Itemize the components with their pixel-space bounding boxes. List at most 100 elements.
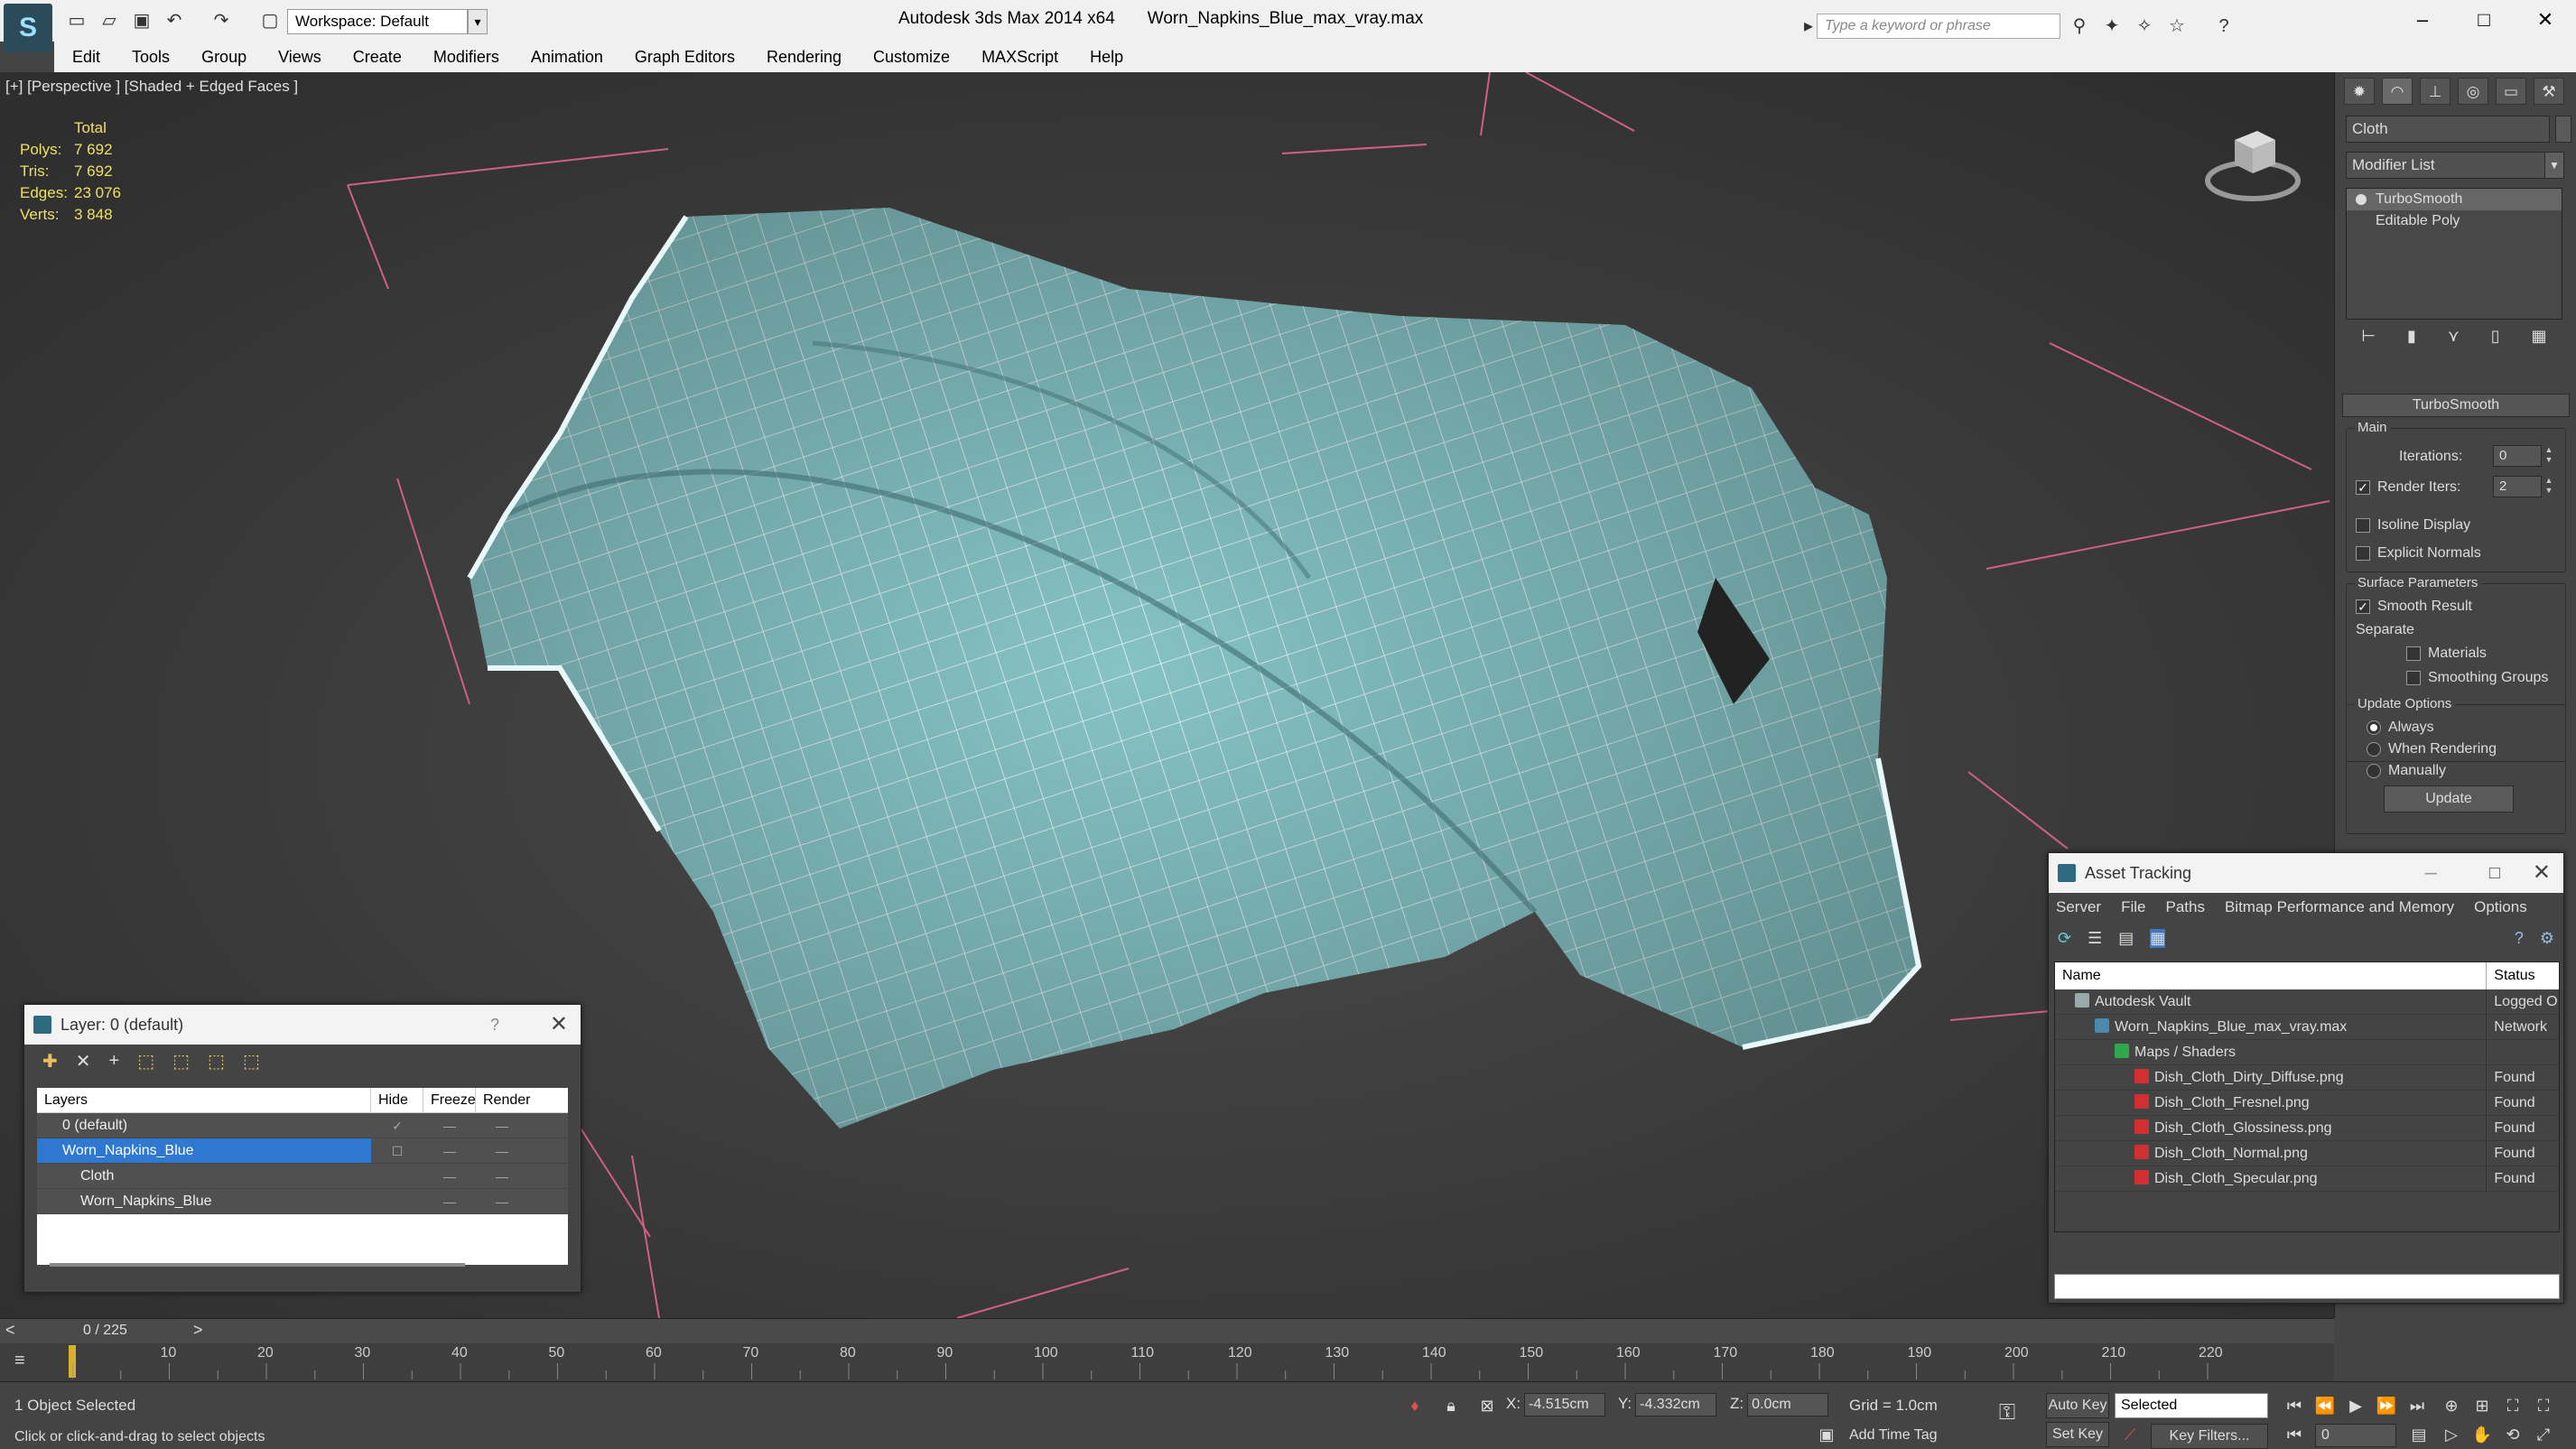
layer-name[interactable]: 0 (default) (37, 1113, 371, 1138)
stack-item-turbosmooth[interactable]: TurboSmooth (2347, 189, 2562, 210)
asset-name[interactable]: Dish_Cloth_Specular.png (2055, 1166, 2488, 1191)
menu-group[interactable]: Group (201, 48, 246, 67)
asset-row[interactable]: Dish_Cloth_Fresnel.png Found (2055, 1091, 2559, 1116)
menu-modifiers[interactable]: Modifiers (433, 48, 499, 67)
remove-modifier-icon[interactable]: ▯ (2491, 327, 2500, 354)
list-view-icon[interactable]: ☰ (2088, 929, 2102, 948)
menu-tools[interactable]: Tools (132, 48, 170, 67)
absolute-mode-icon[interactable]: ⊠ (1474, 1393, 1501, 1418)
time-tag-icon[interactable]: ▣ (1813, 1422, 1840, 1447)
spinner-arrows-icon[interactable]: ▲ ▼ (2543, 445, 2554, 467)
active-check-icon[interactable]: ✓ (371, 1113, 423, 1138)
radio-icon[interactable] (2367, 764, 2381, 778)
viewport-label[interactable]: [+] [Perspective ] [Shaded + Edged Faces… (5, 78, 298, 96)
viewcube-icon[interactable] (2203, 117, 2302, 208)
col-freeze[interactable]: Freeze (423, 1088, 476, 1112)
menu-graph-editors[interactable]: Graph Editors (635, 48, 735, 67)
save-file-icon[interactable]: ▣ (130, 9, 153, 33)
tree-view-icon[interactable]: ▤ (2118, 929, 2134, 948)
select-layer-icon[interactable]: ⬚ (172, 1050, 190, 1073)
orbit-icon[interactable]: ⟲ (2499, 1422, 2526, 1447)
asset-name[interactable]: Dish_Cloth_Fresnel.png (2055, 1091, 2488, 1115)
configure-sets-icon[interactable]: ▦ (2532, 327, 2547, 354)
key-mode-toggle-icon[interactable]: ⏮ (2281, 1422, 2308, 1447)
display-tab-icon[interactable]: ▭ (2496, 78, 2526, 105)
radio-icon[interactable] (2367, 742, 2381, 757)
time-config-icon[interactable]: ▤ (2405, 1422, 2432, 1447)
asset-name[interactable]: Autodesk Vault (2055, 989, 2488, 1014)
col-layers[interactable]: Layers (37, 1088, 371, 1112)
zoom-icon[interactable]: ⊕ (2438, 1393, 2465, 1418)
object-color-swatch[interactable] (2555, 116, 2571, 143)
isoline-display-checkbox[interactable]: Isoline Display (2356, 517, 2470, 534)
asset-row[interactable]: Dish_Cloth_Normal.png Found (2055, 1141, 2559, 1166)
default-tangent-icon[interactable]: ⟋ (2116, 1422, 2144, 1447)
object-name[interactable]: Cloth (37, 1164, 371, 1188)
z-field[interactable]: 0.0cm (1747, 1393, 1829, 1416)
smooth-result-checkbox[interactable]: ✓ Smooth Result (2356, 599, 2472, 615)
asset-row[interactable]: Worn_Napkins_Blue_max_vray.max Network (2055, 1015, 2559, 1040)
maximize-viewport-icon[interactable]: ⤢ (2530, 1422, 2557, 1447)
time-slider[interactable]: < 0 / 225 > (0, 1318, 2334, 1343)
layer-name[interactable]: Worn_Napkins_Blue (37, 1138, 371, 1163)
go-to-start-icon[interactable]: ⏮ (2281, 1393, 2308, 1418)
binoculars-icon[interactable]: ⚲ (2068, 14, 2091, 38)
project-folder-icon[interactable]: ▢ (258, 9, 282, 33)
asset-row[interactable]: Autodesk Vault Logged O (2055, 989, 2559, 1015)
close-icon[interactable]: ✕ (2525, 4, 2566, 36)
maximize-icon[interactable]: □ (2463, 4, 2505, 36)
menu-paths[interactable]: Paths (2165, 898, 2204, 916)
hide-toggle[interactable]: — (423, 1113, 476, 1138)
menu-animation[interactable]: Animation (531, 48, 603, 67)
create-layer-icon[interactable]: ✚ (42, 1050, 58, 1073)
iterations-spinner[interactable]: 0 (2493, 445, 2542, 467)
asset-path-input[interactable] (2054, 1274, 2560, 1299)
show-end-result-icon[interactable]: ▮ (2407, 327, 2416, 354)
create-tab-icon[interactable]: ✹ (2344, 78, 2375, 105)
utilities-tab-icon[interactable]: ⚒ (2534, 78, 2564, 105)
render-iters-spinner[interactable]: 2 (2493, 476, 2542, 497)
motion-tab-icon[interactable]: ◎ (2458, 78, 2488, 105)
current-frame-field[interactable]: 0 (2315, 1424, 2396, 1447)
favorites-star-icon[interactable]: ☆ (2165, 14, 2189, 38)
search-input[interactable]: Type a keyword or phrase (1817, 14, 2060, 39)
settings-icon[interactable]: ⚙ (2540, 929, 2554, 948)
workspace-arrow-icon[interactable]: ▾ (468, 9, 488, 34)
asset-name[interactable]: Dish_Cloth_Normal.png (2055, 1141, 2488, 1166)
layer-row[interactable]: 0 (default) ✓ — — (37, 1113, 568, 1138)
previous-key-icon[interactable]: ⏪ (2311, 1393, 2339, 1418)
zoom-extents-all-icon[interactable]: ⛶ (2530, 1393, 2557, 1418)
checkbox-icon[interactable] (2406, 671, 2421, 685)
object-name[interactable]: Worn_Napkins_Blue (37, 1189, 371, 1213)
y-field[interactable]: -4.332cm (1635, 1393, 1717, 1416)
workspace-dropdown[interactable]: Workspace: Default (287, 9, 468, 34)
menu-rendering[interactable]: Rendering (767, 48, 842, 67)
when-rendering-radio[interactable]: When Rendering (2367, 741, 2497, 757)
freeze-toggle[interactable]: — (476, 1164, 528, 1188)
checkbox-icon[interactable] (2356, 518, 2370, 533)
hierarchy-tab-icon[interactable]: ⊥ (2420, 78, 2450, 105)
zoom-extents-icon[interactable]: ⛶ (2499, 1393, 2526, 1418)
next-key-icon[interactable]: ⏩ (2373, 1393, 2400, 1418)
key-filters-button[interactable]: Key Filters... (2151, 1424, 2268, 1449)
frame-counter[interactable]: 0 / 225 (83, 1323, 127, 1339)
checkbox-checked-icon[interactable]: ✓ (2356, 480, 2370, 495)
layer-row[interactable]: Worn_Napkins_Blue — — (37, 1189, 568, 1214)
render-iters-checkbox[interactable]: ✓ Render Iters: (2356, 479, 2460, 496)
refresh-icon[interactable]: ⟳ (2058, 929, 2071, 948)
asset-name[interactable]: Dish_Cloth_Dirty_Diffuse.png (2055, 1065, 2488, 1090)
delete-layer-icon[interactable]: ✕ (76, 1050, 91, 1073)
turbosmooth-rollout-header[interactable]: TurboSmooth (2342, 394, 2570, 417)
new-file-icon[interactable]: ▭ (65, 9, 88, 33)
undo-icon[interactable]: ↶ (163, 9, 186, 33)
minimize-icon[interactable]: – (2425, 853, 2437, 893)
asset-row[interactable]: Dish_Cloth_Specular.png Found (2055, 1166, 2559, 1192)
track-bar[interactable]: ≡ 10 20 30 40 50 60 70 80 90 100 110 120 130 140 150 16… (0, 1343, 2334, 1381)
zoom-all-icon[interactable]: ⊞ (2469, 1393, 2496, 1418)
menu-edit[interactable]: Edit (72, 48, 100, 67)
selection-lock-icon[interactable]: 🔒︎ (1437, 1393, 1465, 1418)
prev-frame-icon[interactable]: < (5, 1321, 15, 1340)
help-icon[interactable]: ? (2212, 14, 2236, 38)
mini-curve-editor-icon[interactable]: ≡ (14, 1351, 25, 1371)
key-icon[interactable]: ⚿ (1994, 1400, 2021, 1426)
